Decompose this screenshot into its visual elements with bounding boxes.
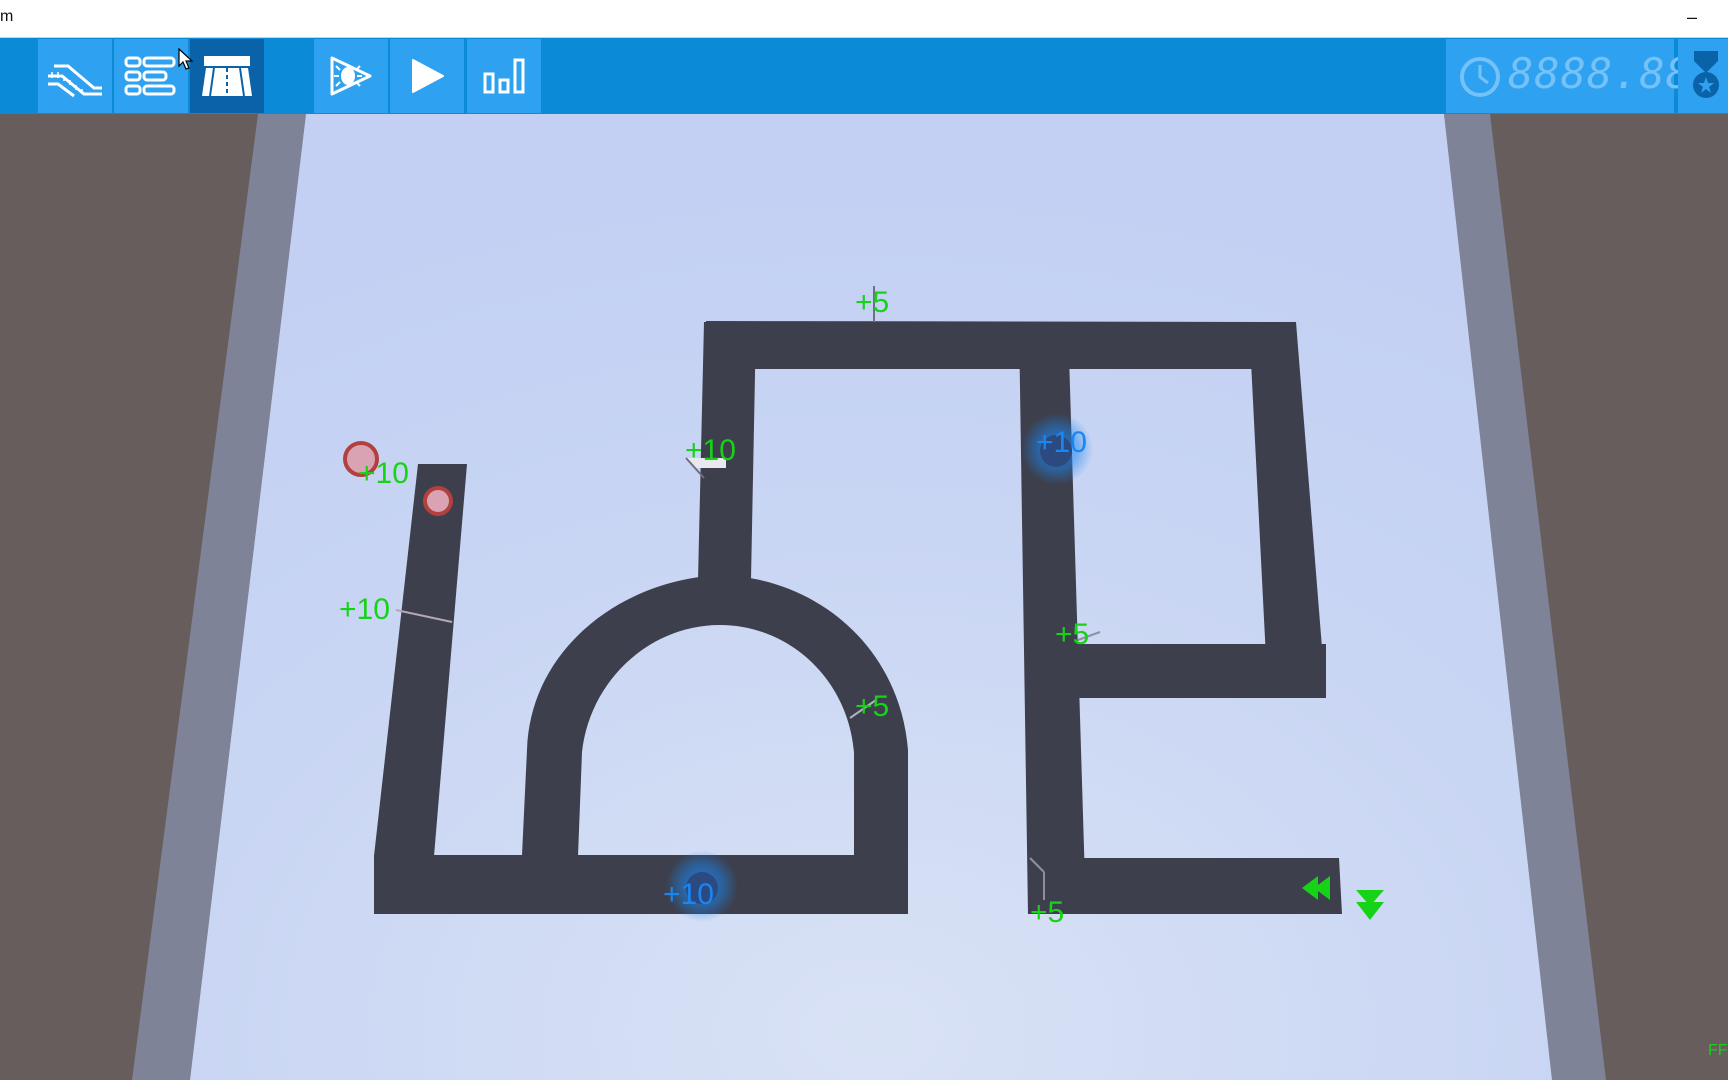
score-label: +5 [1055, 618, 1089, 651]
score-label: +5 [855, 286, 889, 319]
window-title: m [0, 8, 14, 25]
debug-run-button[interactable] [314, 39, 388, 113]
fps-counter: FF [1708, 1042, 1728, 1059]
program-blocks-icon [124, 56, 176, 96]
simulation-field[interactable]: +5 +10 +10 +10 +5 +5 +5 +10 +10 [0, 114, 1728, 1080]
clock-icon [1460, 57, 1500, 97]
timer-value: 8888.88 [1508, 49, 1693, 98]
blocks-palette-button[interactable] [38, 39, 112, 113]
minimize-button[interactable]: – [1672, 2, 1712, 32]
medal-icon [1693, 51, 1719, 98]
score-label: +10 [685, 434, 736, 467]
statistics-button[interactable] [467, 39, 541, 113]
field-surface [190, 114, 1552, 1080]
bar-chart-icon [483, 58, 525, 94]
program-list-button[interactable] [114, 39, 188, 113]
toolbar: 8888.88 [0, 38, 1728, 114]
timer-panel: 8888.88 [1446, 39, 1691, 113]
score-label: +10 [663, 878, 714, 911]
score-label: +10 [358, 457, 409, 490]
play-icon [412, 59, 444, 93]
mouse-cursor-icon [178, 48, 194, 70]
debug-bug-icon [330, 56, 372, 96]
medal-panel[interactable] [1678, 39, 1728, 113]
map-view-button[interactable] [190, 39, 264, 113]
score-label: +5 [855, 690, 889, 723]
play-button[interactable] [390, 39, 464, 113]
score-label: +10 [1036, 426, 1087, 459]
score-label: +10 [339, 593, 390, 626]
map-road-icon [202, 56, 252, 97]
title-bar: m – [0, 0, 1728, 38]
ruler-blocks-icon [48, 64, 102, 98]
score-label: +5 [1030, 896, 1064, 929]
